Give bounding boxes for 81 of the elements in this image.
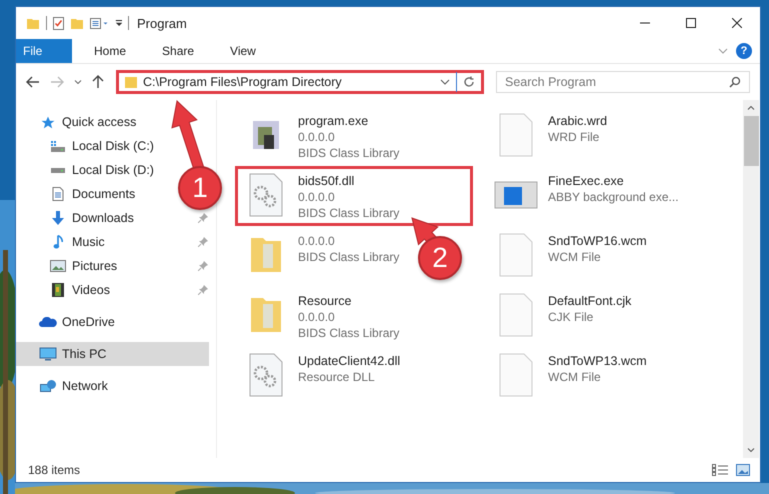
- file-name: bids50f.dll: [298, 173, 354, 189]
- folder-icon: [125, 76, 137, 88]
- dropdown-icon[interactable]: [114, 20, 122, 26]
- gear-file-icon[interactable]: [249, 353, 283, 397]
- file-detail: 0.0.0.0: [298, 129, 335, 145]
- file-name: FineExec.exe: [548, 173, 624, 189]
- nav-item[interactable]: Documents: [16, 182, 144, 206]
- nav-item[interactable]: Pictures: [16, 254, 216, 278]
- maximize-icon[interactable]: [686, 18, 696, 28]
- download-arrow-icon: [51, 211, 65, 225]
- file-detail: Resource DLL: [298, 369, 375, 385]
- file-name: UpdateClient42.dll: [298, 353, 400, 369]
- minimize-icon[interactable]: [640, 22, 650, 24]
- forward-arrow-icon[interactable]: [50, 76, 64, 88]
- nav-item[interactable]: Local Disk (C:): [16, 134, 162, 158]
- file-detail: 0.0.0.0: [298, 233, 335, 249]
- nav-item[interactable]: Quick access: [16, 110, 144, 134]
- file-name: SndToWP13.wcm: [548, 353, 647, 369]
- chevron-down-icon[interactable]: [440, 79, 450, 85]
- file-name: program.exe: [298, 113, 368, 129]
- landscape-image-icon: [50, 260, 66, 272]
- file-detail: 0.0.0.0: [298, 189, 335, 205]
- gear-file-icon[interactable]: [249, 173, 283, 217]
- file-name: SndToWP16.wcm: [548, 233, 647, 249]
- chevron-down-icon[interactable]: [74, 80, 82, 84]
- file-detail: BIDS Class Library: [298, 325, 400, 341]
- file-name: Arabic.wrd: [548, 113, 608, 129]
- pin-icon[interactable]: [198, 237, 208, 247]
- ribbon-tab[interactable]: Home: [80, 39, 140, 63]
- item-count: 188 items: [28, 463, 80, 477]
- window-title: Program: [137, 16, 187, 30]
- file-detail: BIDS Class Library: [298, 145, 400, 161]
- up-arrow-icon[interactable]: [92, 75, 104, 89]
- help-button[interactable]: ?: [736, 43, 752, 59]
- document-icon: [52, 187, 64, 201]
- scrollbar[interactable]: [743, 100, 759, 458]
- music-note-icon: [53, 235, 63, 249]
- file-detail: WCM File: [548, 369, 601, 385]
- file-detail: BIDS Class Library: [298, 205, 400, 221]
- ribbon-tab[interactable]: View: [216, 39, 270, 63]
- monitor-icon: [39, 347, 57, 361]
- nav-item[interactable]: Network: [16, 374, 116, 398]
- scrollbar-thumb[interactable]: [744, 116, 758, 166]
- drive-icon: [51, 140, 65, 152]
- network-icon: [40, 380, 56, 392]
- chevron-down-icon[interactable]: [747, 448, 755, 452]
- properties-icon[interactable]: [90, 18, 108, 28]
- drive-icon: [51, 168, 65, 172]
- chevron-up-icon[interactable]: [747, 106, 755, 110]
- file-detail: ABBY background exe...: [548, 189, 679, 205]
- pin-icon[interactable]: [198, 261, 208, 271]
- nav-item[interactable]: Local Disk (D:): [16, 158, 162, 182]
- file-detail: WRD File: [548, 129, 600, 145]
- address-bar[interactable]: C:\Program Files\Program Directory: [116, 70, 484, 94]
- details-view-icon[interactable]: [712, 464, 728, 476]
- nav-item[interactable]: Videos: [16, 278, 216, 302]
- thumbnail-view-icon[interactable]: [736, 464, 750, 476]
- search-field[interactable]: Search Program: [496, 71, 750, 93]
- back-arrow-icon[interactable]: [26, 76, 40, 88]
- file-tab[interactable]: File: [16, 39, 72, 63]
- file-detail: WCM File: [548, 249, 601, 265]
- pin-icon[interactable]: [198, 213, 208, 223]
- file-detail: CJK File: [548, 309, 594, 325]
- window-app-icon[interactable]: [494, 181, 538, 209]
- checklist-icon[interactable]: [53, 16, 64, 30]
- ribbon-tab[interactable]: Share: [148, 39, 208, 63]
- file-detail: BIDS Class Library: [298, 249, 400, 265]
- pin-icon[interactable]: [198, 285, 208, 295]
- nav-item[interactable]: OneDrive: [16, 310, 123, 334]
- refresh-icon[interactable]: [463, 76, 475, 88]
- close-icon[interactable]: [732, 18, 742, 28]
- film-icon: [52, 283, 64, 297]
- file-detail: 0.0.0.0: [298, 309, 335, 325]
- nav-item[interactable]: Music: [16, 230, 216, 254]
- file-name: Resource: [298, 293, 352, 309]
- star-icon: [41, 116, 55, 128]
- search-icon[interactable]: [729, 76, 741, 88]
- cloud-icon: [39, 317, 57, 327]
- file-name: DefaultFont.cjk: [548, 293, 632, 309]
- application-icon[interactable]: [253, 121, 279, 149]
- nav-item[interactable]: This PC: [16, 342, 209, 366]
